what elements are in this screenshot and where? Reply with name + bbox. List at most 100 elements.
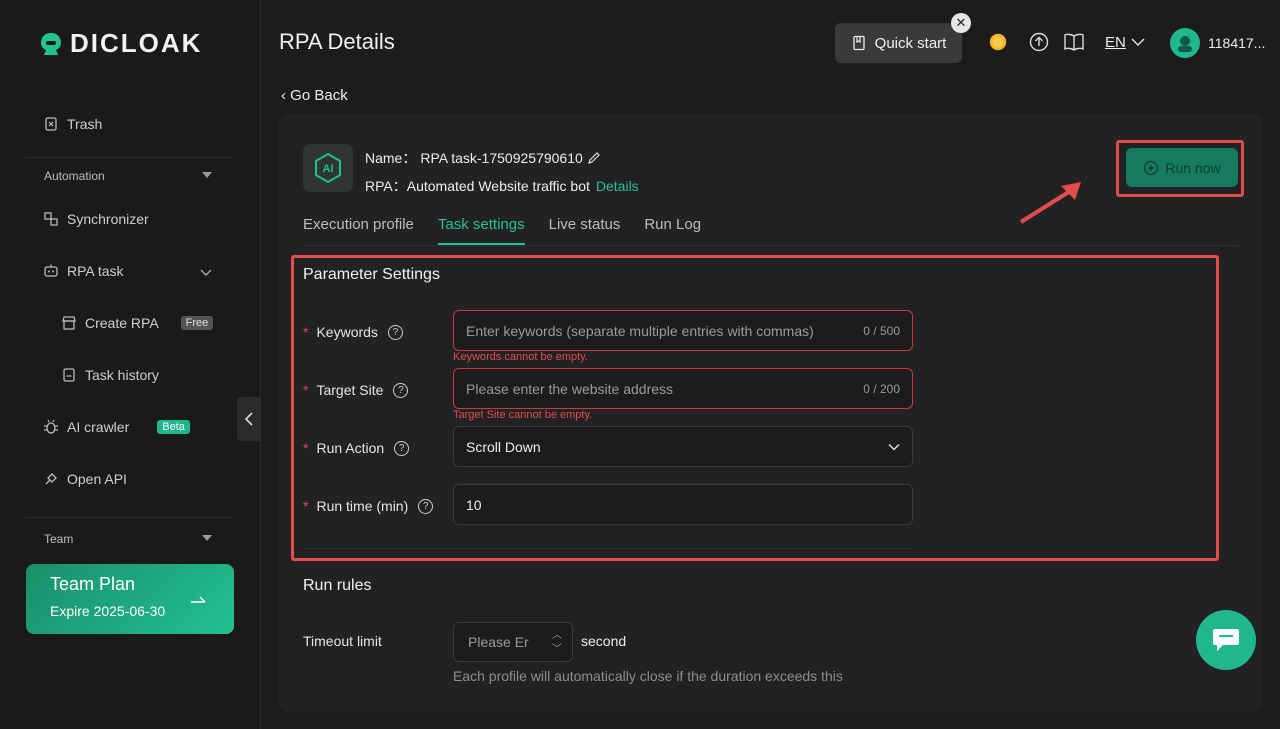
sidebar-item-label: Task history	[85, 367, 159, 383]
run-now-label: Run now	[1165, 159, 1221, 176]
timeout-placeholder: Please Er	[468, 634, 529, 650]
task-tabs: Execution profile Task settings Live sta…	[303, 216, 701, 245]
close-icon[interactable]: ✕	[951, 13, 971, 33]
tab-execution-profile[interactable]: Execution profile	[303, 216, 414, 245]
user-name[interactable]: 118417...	[1208, 35, 1265, 51]
chevron-down-icon[interactable]	[200, 267, 212, 277]
tab-run-log[interactable]: Run Log	[644, 216, 701, 245]
target-site-placeholder: Please enter the website address	[466, 380, 674, 397]
run-time-label-text: Run time (min)	[316, 498, 409, 514]
parameter-settings-title: Parameter Settings	[303, 266, 440, 283]
chevron-up-icon[interactable]: ︿	[552, 629, 562, 643]
chevron-down-icon[interactable]	[1131, 37, 1145, 47]
team-plan-title: Team Plan	[50, 574, 136, 594]
chat-support-button[interactable]	[1196, 610, 1256, 670]
sidebar-item-label: Open API	[67, 471, 127, 487]
go-back-link[interactable]: ‹ Go Back	[281, 87, 348, 104]
edit-icon[interactable]	[587, 151, 601, 165]
chevron-down-icon	[888, 443, 900, 451]
required-marker: *	[303, 382, 309, 398]
sidebar-item-create-rpa[interactable]: Create RPA Free	[61, 315, 214, 331]
task-rpa-label: RPA：	[365, 178, 407, 194]
keywords-placeholder: Enter keywords (separate multiple entrie…	[466, 322, 814, 339]
help-icon[interactable]: ?	[387, 324, 403, 340]
section-automation: Automation	[44, 169, 105, 183]
sidebar: DICLOAK Trash Automation Synchronizer RP…	[0, 0, 261, 729]
number-stepper[interactable]: ︿ ﹀	[552, 629, 562, 657]
dicloak-logo-icon	[41, 32, 61, 55]
run-rules-title: Run rules	[303, 577, 372, 594]
run-time-label: * Run time (min)?	[303, 498, 434, 514]
run-action-label: * Run Action?	[303, 440, 410, 456]
target-site-label: * Target Site?	[303, 382, 409, 398]
coin-icon[interactable]	[987, 31, 1009, 53]
target-site-error: Target Site cannot be empty.	[453, 409, 593, 421]
svg-text:AI: AI	[323, 163, 334, 175]
run-action-select[interactable]: Scroll Down	[453, 426, 913, 467]
task-rpa-value: Automated Website traffic bot	[406, 178, 590, 194]
help-icon[interactable]: ?	[394, 440, 410, 456]
free-badge: Free	[180, 316, 214, 330]
sidebar-item-synchronizer[interactable]: Synchronizer	[43, 211, 149, 227]
beta-badge: Beta	[157, 420, 190, 434]
trash-icon	[45, 117, 57, 131]
chevron-down-icon[interactable]	[202, 535, 212, 541]
upload-icon[interactable]	[1028, 31, 1050, 53]
sidebar-item-open-api[interactable]: Open API	[43, 471, 127, 487]
sidebar-item-label: Trash	[67, 116, 103, 132]
keywords-error: Keywords cannot be empty.	[453, 351, 588, 363]
keywords-label: * Keywords?	[303, 324, 403, 340]
sidebar-item-ai-crawler[interactable]: AI crawler Beta	[43, 419, 190, 435]
help-icon[interactable]: ?	[393, 382, 409, 398]
tab-task-settings[interactable]: Task settings	[437, 216, 525, 245]
divider	[26, 157, 234, 158]
sidebar-item-trash[interactable]: Trash	[43, 116, 102, 132]
plug-icon	[45, 473, 57, 485]
go-back-label: Go Back	[290, 87, 348, 104]
synchronizer-icon	[44, 212, 58, 226]
team-plan-card[interactable]: Team Plan Expire 2025-06-30	[26, 564, 234, 634]
document-icon	[63, 368, 75, 382]
chevron-down-icon[interactable]: ﹀	[552, 643, 562, 657]
sidebar-item-rpa-task[interactable]: RPA task	[43, 263, 124, 279]
sidebar-item-label: Synchronizer	[67, 211, 149, 227]
task-rpa: RPA：Automated Website traffic bot Details	[365, 176, 639, 196]
timeout-unit: second	[581, 633, 627, 649]
required-marker: *	[303, 498, 309, 514]
bug-icon	[44, 419, 58, 434]
chevron-down-icon[interactable]	[202, 172, 212, 178]
open-book-icon[interactable]	[1063, 31, 1085, 53]
store-icon	[62, 316, 76, 330]
timeout-input[interactable]: Please Er ︿ ﹀	[453, 622, 573, 662]
task-name-label: Name：	[365, 150, 417, 166]
tab-live-status[interactable]: Live status	[549, 216, 621, 245]
sidebar-item-task-history[interactable]: Task history	[61, 367, 159, 383]
keywords-input[interactable]: Enter keywords (separate multiple entrie…	[453, 310, 913, 351]
run-now-button[interactable]: Run now	[1126, 148, 1238, 187]
divider	[26, 517, 234, 518]
chevron-left-icon: ‹	[281, 87, 291, 104]
quick-start-label: Quick start	[874, 34, 947, 52]
task-name-value: RPA task-1750925790610	[420, 150, 583, 166]
brand-name: DICLOAK	[70, 28, 203, 58]
tabs-divider	[303, 245, 1238, 246]
run-action-value: Scroll Down	[466, 438, 541, 455]
brand-logo[interactable]: DICLOAK	[38, 28, 202, 59]
robot-icon	[44, 264, 58, 277]
keywords-count: 0 / 500	[863, 323, 900, 338]
sidebar-item-label: Create RPA	[85, 315, 159, 331]
language-selector[interactable]: EN	[1105, 34, 1126, 51]
book-icon	[853, 35, 865, 51]
required-marker: *	[303, 324, 309, 340]
quick-start-button[interactable]: Quick start	[835, 23, 962, 63]
user-avatar-icon	[1178, 36, 1192, 52]
target-site-count: 0 / 200	[863, 381, 900, 396]
timeout-hint: Each profile will automatically close if…	[453, 668, 843, 684]
help-icon[interactable]: ?	[418, 498, 434, 514]
target-site-input[interactable]: Please enter the website address 0 / 200	[453, 368, 913, 409]
details-link[interactable]: Details	[596, 178, 639, 194]
run-time-input[interactable]: 10	[453, 484, 913, 525]
avatar[interactable]	[1170, 28, 1200, 58]
collapse-sidebar-button[interactable]	[237, 397, 261, 441]
task-name: Name： RPA task-1750925790610	[365, 148, 601, 168]
